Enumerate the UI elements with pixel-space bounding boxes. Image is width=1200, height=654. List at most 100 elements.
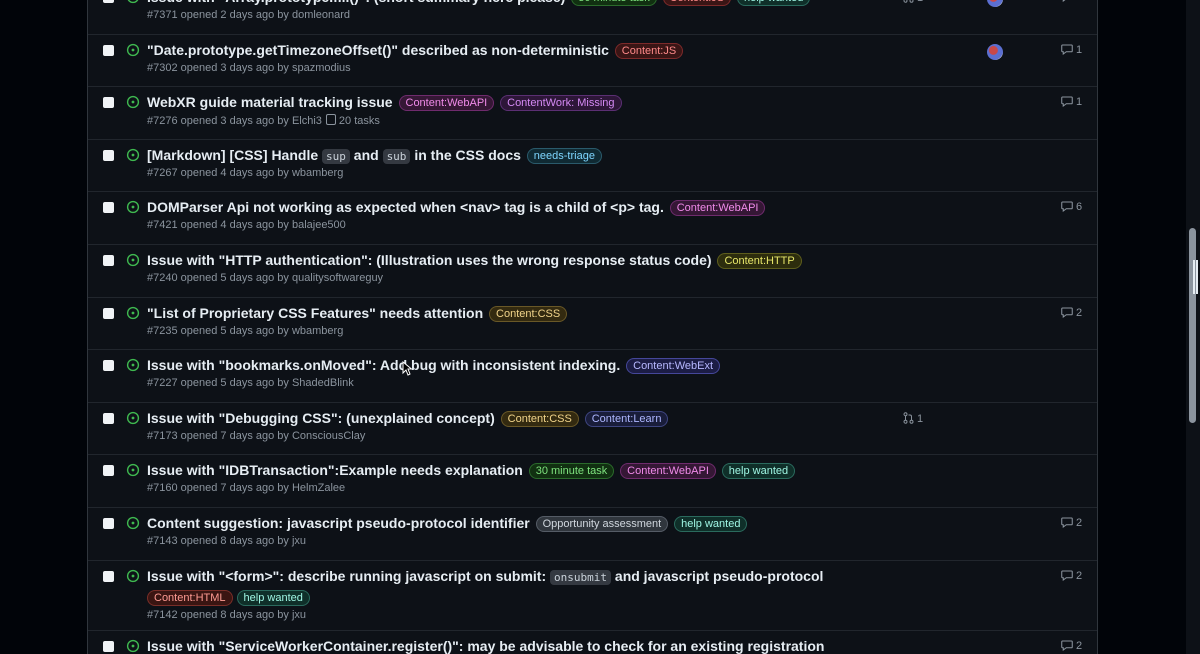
comment-count[interactable]: 2 xyxy=(1061,517,1082,529)
select-checkbox[interactable] xyxy=(103,570,114,582)
comment-count[interactable]: 6 xyxy=(1061,201,1082,213)
issue-title-link[interactable]: "List of Proprietary CSS Features" needs… xyxy=(147,305,483,321)
comment-count-text: 1 xyxy=(1076,43,1083,56)
issue-label[interactable]: Content:HTML xyxy=(147,589,233,606)
issue-row: Issue with "Debugging CSS": (unexplained… xyxy=(88,403,1097,456)
comment-count[interactable]: 1 xyxy=(1061,44,1082,56)
inline-code: onsubmit xyxy=(550,569,612,585)
issue-label[interactable]: Content:CSS xyxy=(500,410,579,427)
scrollbar[interactable] xyxy=(1186,0,1200,654)
comment-count[interactable]: 2 xyxy=(1061,570,1082,582)
issue-row: Content suggestion: javascript pseudo-pr… xyxy=(88,508,1097,561)
scrollbar-thumb[interactable] xyxy=(1189,228,1196,423)
issue-label[interactable]: needs-triage xyxy=(526,147,602,164)
issue-open-icon xyxy=(126,148,140,161)
issue-meta: #7142 opened 8 days ago by jxu xyxy=(147,609,306,621)
linked-pr-count[interactable]: 1 xyxy=(903,0,923,4)
issue-label[interactable]: Content:JS xyxy=(614,42,684,59)
title-text-part: [Markdown] [CSS] Handle xyxy=(147,146,323,163)
select-checkbox[interactable] xyxy=(103,307,114,319)
issue-label[interactable]: help wanted xyxy=(736,0,811,6)
issue-label[interactable]: Content:WebExt xyxy=(626,358,721,375)
select-checkbox[interactable] xyxy=(103,412,114,424)
select-checkbox[interactable] xyxy=(103,202,114,214)
issue-title-line: Issue with "HTTP authentication": (Illus… xyxy=(147,251,802,269)
comment-count[interactable]: 2 xyxy=(1061,640,1082,652)
select-checkbox[interactable] xyxy=(103,0,114,3)
issue-label[interactable]: help wanted xyxy=(674,515,748,532)
comment-count-text: 6 xyxy=(1076,201,1083,214)
issue-meta: #7371 opened 2 days ago by domleonard xyxy=(147,9,350,21)
issue-open-icon xyxy=(126,201,140,214)
comment-icon xyxy=(1062,0,1066,3)
issue-title-line: Issue with "ServiceWorkerContainer.regis… xyxy=(147,637,824,654)
issue-label[interactable]: 30 minute task xyxy=(528,463,615,480)
issue-label[interactable]: Content:WebAPI xyxy=(620,463,716,480)
select-checkbox[interactable] xyxy=(103,149,114,161)
issue-title-link[interactable]: Issue with "HTTP authentication": (Illus… xyxy=(147,252,712,268)
issue-title-line: Issue with "bookmarks.onMoved": Add bug … xyxy=(147,356,797,375)
assignee-avatar[interactable] xyxy=(987,0,1003,7)
select-checkbox[interactable] xyxy=(103,465,114,477)
select-checkbox[interactable] xyxy=(103,44,114,56)
issue-open-icon xyxy=(126,516,140,530)
assignee-avatar[interactable] xyxy=(987,43,1003,60)
issue-open-icon xyxy=(126,43,140,56)
pull-request-icon xyxy=(903,412,914,424)
issue-meta: #7276 opened 3 days ago by Elchi3 20 task… xyxy=(147,114,380,127)
issue-label[interactable]: Content:Learn xyxy=(584,410,669,427)
issue-label[interactable]: Content:CSS xyxy=(489,305,568,322)
comment-icon xyxy=(1061,570,1073,581)
select-checkbox[interactable] xyxy=(103,517,114,529)
issue-meta-text: #7143 opened 8 days ago by jxu xyxy=(147,534,307,547)
inline-code: sup xyxy=(322,148,350,164)
issue-label[interactable]: Content:HTTP xyxy=(717,252,802,269)
issue-title-link[interactable]: Issue with "ServiceWorkerContainer.regis… xyxy=(147,638,824,654)
select-checkbox[interactable] xyxy=(103,97,114,109)
select-checkbox[interactable] xyxy=(103,360,114,372)
issue-meta: #7267 opened 4 days ago by wbamberg xyxy=(147,167,343,179)
linked-pr-count[interactable]: 1 xyxy=(903,412,923,425)
issue-open-icon xyxy=(127,0,139,4)
issue-open-icon xyxy=(126,253,140,267)
issue-title-link[interactable]: Issue with "Array.prototype.fill()": (sh… xyxy=(147,0,565,5)
issue-meta-text: #7267 opened 4 days ago by wbamberg xyxy=(147,166,344,179)
issue-title-line: "Date.prototype.getTimezoneOffset()" des… xyxy=(147,41,797,59)
issue-label[interactable]: Opportunity assessment xyxy=(535,515,669,532)
issue-title-link[interactable]: Content suggestion: javascript pseudo-pr… xyxy=(147,515,530,531)
comment-count[interactable]: 4 xyxy=(1061,0,1082,3)
select-checkbox[interactable] xyxy=(103,640,114,652)
inline-code: sub xyxy=(382,148,411,164)
resize-handle[interactable] xyxy=(1193,260,1198,294)
task-list-icon xyxy=(325,114,336,126)
issue-meta: #7302 opened 3 days ago by spazmodius xyxy=(147,62,351,74)
issue-label[interactable]: help wanted xyxy=(721,463,796,480)
select-checkbox[interactable] xyxy=(103,254,114,266)
issue-row: "List of Proprietary CSS Features" needs… xyxy=(88,298,1097,351)
issue-title-link[interactable]: [Markdown] [CSS] Handle sup and sub in t… xyxy=(147,146,521,164)
issue-label[interactable]: help wanted xyxy=(236,589,310,606)
comment-count[interactable]: 1 xyxy=(1061,96,1082,108)
issue-row: Issue with "ServiceWorkerContainer.regis… xyxy=(88,631,1097,654)
issue-label[interactable]: Content:WebAPI xyxy=(669,200,766,217)
issue-title-link[interactable]: DOMParser Api not working as expected wh… xyxy=(147,199,664,215)
comment-count-text: 1 xyxy=(1076,96,1083,109)
issue-row: Issue with "IDBTransaction":Example need… xyxy=(88,455,1097,508)
issue-meta-text: #7173 opened 7 days ago by ConsciousClay xyxy=(147,429,366,442)
issue-title-link[interactable]: Issue with "<form>": describe running ja… xyxy=(147,567,823,585)
issue-label[interactable]: ContentWork: Missing xyxy=(500,95,622,112)
issue-title-link[interactable]: Issue with "bookmarks.onMoved": Add bug … xyxy=(147,357,620,373)
title-text-part: Issue with "<form>": describe running ja… xyxy=(147,567,551,584)
issue-label[interactable]: 30 minute task xyxy=(571,0,657,6)
issue-title-link[interactable]: Issue with "IDBTransaction":Example need… xyxy=(147,462,523,478)
issue-meta-text: #7421 opened 4 days ago by balajee500 xyxy=(147,219,346,232)
comment-count[interactable]: 2 xyxy=(1061,307,1082,319)
issue-title-link[interactable]: "Date.prototype.getTimezoneOffset()" des… xyxy=(147,42,609,58)
issue-label[interactable]: Content:WebAPI xyxy=(398,95,495,112)
issue-row: [Markdown] [CSS] Handle sup and sub in t… xyxy=(88,140,1097,193)
issue-label[interactable]: Content:JS xyxy=(662,0,732,6)
issue-title-link[interactable]: Issue with "Debugging CSS": (unexplained… xyxy=(147,410,495,426)
title-text-part: and xyxy=(349,146,383,163)
issue-open-icon xyxy=(126,359,140,372)
issue-title-link[interactable]: WebXR guide material tracking issue xyxy=(147,94,393,110)
